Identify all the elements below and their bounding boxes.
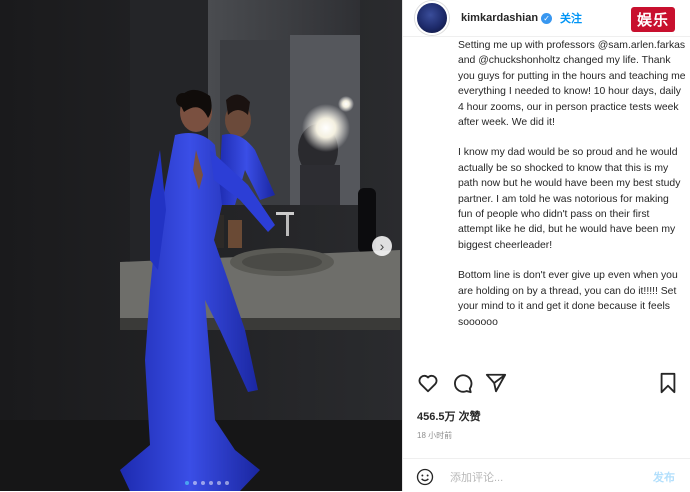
caption-paragraph: Setting me up with professors @sam.arlen…: [458, 40, 686, 129]
bookmark-icon[interactable]: [657, 372, 679, 394]
entertainment-watermark: 娱乐: [631, 7, 676, 32]
caption-paragraph: I know my dad would be so proud and he w…: [458, 147, 681, 251]
caption-paragraph: Bottom line is don't ever give up even w…: [458, 270, 678, 328]
carousel-dot: [201, 481, 205, 485]
post-caption: Setting me up with professors @sam.arlen…: [458, 38, 686, 362]
comment-input[interactable]: 添加评论...: [450, 469, 503, 485]
username-link[interactable]: kimkardashian: [461, 12, 538, 24]
follow-button[interactable]: 关注: [560, 10, 582, 26]
carousel-dot: [225, 481, 229, 485]
next-photo-button[interactable]: ›: [372, 236, 392, 256]
post-comment-button[interactable]: 发布: [653, 469, 675, 485]
action-bar: [417, 372, 679, 396]
avatar[interactable]: [415, 1, 449, 35]
emoji-icon[interactable]: [416, 468, 434, 486]
post-header: kimkardashian ✓ 关注 娱乐: [403, 0, 690, 37]
chevron-right-icon: ›: [379, 238, 385, 254]
carousel-dot: [193, 481, 197, 485]
post-details-panel: kimkardashian ✓ 关注 娱乐 Setting me up with…: [402, 0, 690, 491]
carousel-dot: [217, 481, 221, 485]
photo-illustration: [0, 0, 402, 491]
post-photo[interactable]: ›: [0, 0, 402, 491]
carousel-indicator: [185, 481, 229, 485]
comment-bar: 添加评论... 发布: [403, 458, 690, 492]
verified-badge-icon: ✓: [541, 12, 553, 24]
heart-icon[interactable]: [417, 372, 439, 394]
send-icon[interactable]: [485, 372, 507, 394]
comment-icon[interactable]: [451, 372, 473, 394]
like-count[interactable]: 456.5万 次赞: [417, 408, 481, 424]
carousel-dot: [185, 481, 189, 485]
carousel-dot: [209, 481, 213, 485]
post-timestamp[interactable]: 18 小时前: [417, 430, 452, 441]
